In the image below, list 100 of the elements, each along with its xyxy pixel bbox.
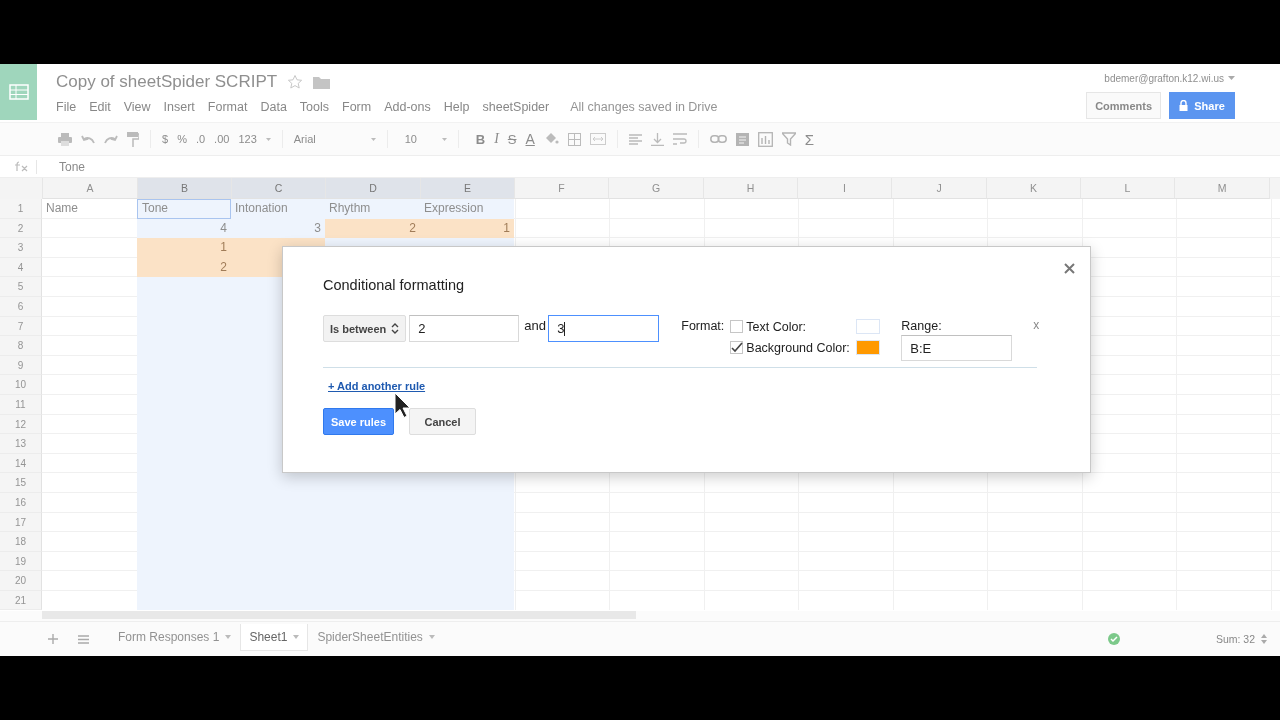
table-cell[interactable]: Intonation [231,199,325,219]
sheet-tab[interactable]: Form Responses 1 [109,623,241,652]
menu-item[interactable]: File [56,100,77,114]
scrollbar-thumb[interactable] [42,611,636,620]
document-title[interactable]: Copy of sheetSpider SCRIPT [56,72,278,92]
formula-input[interactable]: Tone [59,159,86,174]
text-style-button[interactable]: B [475,131,486,147]
row-header[interactable]: 8 [0,336,42,356]
table-cell[interactable]: Tone [137,199,231,219]
star-icon[interactable] [287,74,304,90]
save-rules-button[interactable]: Save rules [323,408,394,435]
row-header[interactable]: 20 [0,571,42,591]
font-dropdown[interactable]: Arial [293,133,362,145]
sort-arrows-icon[interactable] [1261,634,1267,645]
menu-item[interactable]: Insert [163,100,195,114]
save-status[interactable]: All changes saved in Drive [570,100,718,114]
menu-item[interactable]: Tools [299,100,330,114]
row-header[interactable]: 15 [0,473,42,493]
row-header[interactable]: 2 [0,218,42,239]
caret-icon[interactable] [265,137,271,141]
checkbox[interactable] [730,341,744,354]
add-sheet-icon[interactable] [48,634,58,645]
merge-cells-icon[interactable] [589,133,606,145]
row-header[interactable]: 10 [0,375,42,395]
row-header[interactable]: 1 [0,199,42,219]
column-header[interactable]: D [326,178,421,199]
link-icon[interactable] [709,135,727,143]
vertical-align-icon[interactable] [650,132,664,146]
table-cell[interactable]: 4 [137,218,231,239]
cancel-button[interactable]: Cancel [409,408,476,435]
menu-item[interactable]: Help [443,100,470,114]
row-header[interactable]: 19 [0,551,42,572]
number-format-button[interactable]: .0 [195,133,206,145]
chart-icon[interactable] [757,131,773,147]
table-cell[interactable]: Rhythm [325,199,420,219]
table-cell[interactable]: 2 [137,257,231,278]
column-header[interactable]: C [232,178,326,199]
redo-icon[interactable] [104,134,118,144]
paint-format-icon[interactable] [127,131,139,147]
color-swatch[interactable] [856,319,881,334]
remove-rule-button[interactable]: x [1033,318,1040,332]
comment-icon[interactable] [735,132,749,146]
sheet-tab[interactable]: Sheet1 [240,623,309,651]
text-style-button[interactable]: I [494,131,499,147]
number-format-button[interactable]: $ [162,133,169,145]
sheets-logo[interactable] [0,64,37,120]
row-header[interactable]: 13 [0,434,42,454]
folder-icon[interactable] [313,75,331,89]
column-header[interactable]: E [421,178,515,199]
row-header[interactable]: 21 [0,590,42,611]
filter-icon[interactable] [781,132,796,146]
row-header[interactable]: 4 [0,257,42,278]
value-input[interactable]: 2 [409,315,520,342]
share-button[interactable]: Share [1169,92,1235,119]
number-format-button[interactable]: 123 [238,133,257,145]
text-style-button[interactable]: S [507,131,517,147]
align-left-icon[interactable] [628,133,642,145]
value-input[interactable]: 3 [548,315,660,342]
table-cell[interactable]: 3 [231,218,325,239]
borders-icon[interactable] [567,132,581,146]
menu-item[interactable]: View [123,100,151,114]
table-cell[interactable]: 1 [420,218,514,239]
caret-icon[interactable] [1228,76,1235,80]
table-cell[interactable]: Expression [420,199,514,219]
row-header[interactable]: 6 [0,296,42,317]
caret-icon[interactable] [441,137,447,141]
add-rule-link[interactable]: + Add another rule [328,380,426,392]
account-email[interactable]: bdemer@grafton.k12.wi.us [1104,72,1224,84]
text-style-button[interactable]: A [525,131,535,147]
table-cell[interactable]: 2 [325,218,420,239]
font-size-dropdown[interactable]: 10 [398,133,433,145]
row-header[interactable]: 5 [0,277,42,297]
row-header[interactable]: 3 [0,238,42,258]
text-wrap-icon[interactable] [672,132,687,146]
menu-item[interactable]: Format [207,100,248,114]
number-format-button[interactable]: .00 [214,133,230,145]
menu-item[interactable]: Edit [89,100,111,114]
comments-button[interactable]: Comments [1086,92,1161,119]
menu-item[interactable]: Form [342,100,372,114]
column-header[interactable]: B [138,178,232,199]
row-header[interactable]: 7 [0,316,42,337]
caret-icon[interactable] [370,137,376,141]
range-input[interactable]: B:E [901,335,1013,361]
row-header[interactable]: 17 [0,512,42,533]
sum-indicator[interactable]: Sum: 32 [1215,633,1255,646]
print-icon[interactable] [58,132,72,146]
row-header[interactable]: 11 [0,394,42,415]
undo-icon[interactable] [81,134,95,144]
condition-dropdown[interactable]: Is between [323,315,407,342]
menu-item[interactable]: sheetSpider [482,100,550,114]
menu-item[interactable]: Add-ons [384,100,431,114]
number-format-button[interactable]: % [177,133,187,145]
sheet-list-icon[interactable] [78,634,89,644]
close-icon[interactable] [1064,263,1075,274]
functions-button[interactable]: Σ [804,130,815,148]
color-swatch[interactable] [856,340,881,355]
row-header[interactable]: 18 [0,532,42,552]
sheet-tab[interactable]: SpiderSheetEntities [308,623,444,652]
row-header[interactable]: 14 [0,453,42,474]
table-cell[interactable]: 1 [137,238,231,258]
